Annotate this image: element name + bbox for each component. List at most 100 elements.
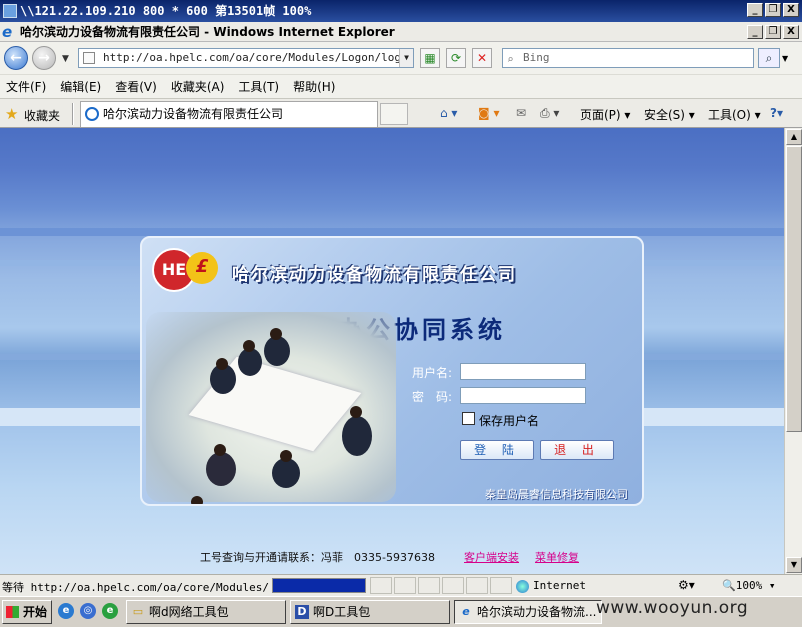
menu-bar: 文件(F) 编辑(E) 查看(V) 收藏夹(A) 工具(T) 帮助(H) (0, 74, 802, 98)
username-input[interactable] (460, 363, 586, 380)
desktop-quicklaunch-icon[interactable]: ◎ (80, 603, 96, 619)
taskbar-item-ad-tool[interactable]: D 啊D工具包 (290, 600, 450, 624)
stop-icon[interactable]: ✕ (472, 48, 492, 68)
page-icon (83, 52, 95, 64)
taskbar-item-label: 啊d网络工具包 (149, 605, 229, 619)
page-loading-icon (85, 107, 99, 121)
scrollbar-thumb[interactable] (786, 146, 802, 432)
taskbar-item-ad-network-tool[interactable]: ▭ 啊d网络工具包 (126, 600, 286, 624)
rss-feed-icon[interactable]: ◙ ▾ (478, 106, 499, 120)
client-install-link[interactable]: 客户端安装 (464, 549, 519, 565)
app-d-icon: D (295, 605, 309, 619)
menu-repair-link[interactable]: 菜单修复 (535, 549, 579, 565)
person-image (342, 406, 372, 456)
password-input[interactable] (460, 387, 586, 404)
minimize-button[interactable]: _ (747, 3, 763, 17)
scroll-down-icon[interactable]: ▼ (786, 557, 802, 573)
status-cell (394, 577, 416, 594)
status-cell (418, 577, 440, 594)
menu-page[interactable]: 页面(P) ▾ (580, 106, 630, 123)
search-dropdown-icon[interactable]: ▼ (782, 54, 788, 63)
menu-safety-label: 安全(S) (644, 108, 685, 122)
windows-flag-icon (6, 606, 19, 618)
search-engine-icon: ⌕ (507, 53, 514, 66)
address-input[interactable]: http://oa.hpelc.com/oa/core/Modules/Logo… (78, 48, 414, 68)
vertical-scrollbar[interactable]: ▲ ▼ (784, 128, 802, 574)
tab-current-page[interactable]: 哈尔滨动力设备物流有限责任公司 (80, 101, 378, 127)
taskbar-item-browser[interactable]: e 哈尔滨动力设备物流... (454, 600, 602, 624)
person-image (264, 328, 290, 366)
compat-view-icon[interactable]: ▦ (420, 48, 440, 68)
address-dropdown-icon[interactable]: ▼ (399, 49, 413, 67)
person-image (238, 340, 262, 376)
menu-favorites[interactable]: 收藏夹(A) (171, 78, 225, 95)
exit-button[interactable]: 退 出 (540, 440, 614, 460)
divider (72, 103, 74, 125)
protected-mode-icon[interactable]: ⚙▾ (678, 578, 695, 592)
print-icon[interactable]: ⎙ ▾ (540, 106, 559, 121)
address-toolbar: ← → ▼ http://oa.hpelc.com/oa/core/Module… (0, 42, 802, 74)
browser-restore-button[interactable]: ❐ (765, 25, 781, 39)
browser-close-button[interactable]: X (783, 25, 799, 39)
menu-help[interactable]: 帮助(H) (293, 78, 335, 95)
media-quicklaunch-icon[interactable]: e (102, 603, 118, 619)
refresh-icon[interactable]: ⟳ (446, 48, 466, 68)
monitor-icon (3, 4, 17, 18)
folder-icon: ▭ (132, 605, 144, 618)
security-zone[interactable]: Internet (516, 579, 586, 593)
mail-icon[interactable]: ✉ (516, 106, 526, 120)
remember-username-checkbox[interactable] (462, 412, 475, 425)
ie-quicklaunch-icon[interactable]: e (58, 603, 74, 619)
company-logo-secondary-icon: £ (186, 252, 218, 284)
menu-tools-cmd[interactable]: 工具(O) ▾ (708, 106, 761, 123)
favorites-bar: ★ 收藏夹 哈尔滨动力设备物流有限责任公司 ⌂ ▾ ◙ ▾ ✉ ⎙ ▾ 页面(P… (0, 98, 802, 128)
company-name: 哈尔滨动力设备物流有限责任公司 (232, 265, 517, 285)
forward-arrow-icon[interactable]: → (32, 46, 56, 70)
globe-icon (516, 579, 529, 593)
person-image (191, 496, 203, 504)
zoom-level[interactable]: 🔍100% ▾ (722, 579, 775, 592)
menu-edit[interactable]: 编辑(E) (60, 78, 101, 95)
menu-file[interactable]: 文件(F) (6, 78, 46, 95)
status-cell (442, 577, 464, 594)
zoom-value: 100% (735, 579, 763, 592)
tab-title: 哈尔滨动力设备物流有限责任公司 (103, 107, 284, 121)
browser-titlebar: e 哈尔滨动力设备物流有限责任公司 - Windows Internet Exp… (0, 22, 802, 42)
menu-safety[interactable]: 安全(S) ▾ (644, 106, 695, 123)
ie-logo-icon: e (2, 23, 13, 41)
search-icon[interactable]: ⌕ (758, 48, 780, 68)
remote-desktop-titlebar: \\121.22.109.210 800 * 600 第13501帧 100% … (0, 0, 802, 22)
favorites-button[interactable]: 收藏夹 (24, 107, 60, 124)
history-dropdown-icon[interactable]: ▼ (62, 54, 69, 64)
zone-label: Internet (533, 579, 586, 592)
status-cell (490, 577, 512, 594)
login-button[interactable]: 登 陆 (460, 440, 534, 460)
remote-desktop-title: \\121.22.109.210 800 * 600 第13501帧 100% (20, 4, 312, 18)
progress-fill (273, 579, 365, 592)
taskbar-item-label: 哈尔滨动力设备物流... (477, 605, 597, 619)
start-button[interactable]: 开始 (2, 600, 52, 624)
vendor-name: 秦皇岛晨睿信息科技有限公司 (485, 488, 628, 501)
person-image (210, 358, 236, 394)
home-icon[interactable]: ⌂ ▾ (440, 106, 457, 120)
menu-tools[interactable]: 工具(T) (238, 78, 279, 95)
status-bar: 等待 http://oa.hpelc.com/oa/core/Modules/L… (0, 574, 802, 596)
menu-view[interactable]: 查看(V) (115, 78, 157, 95)
close-button[interactable]: X (783, 3, 799, 17)
scroll-up-icon[interactable]: ▲ (786, 129, 802, 145)
browser-title: 哈尔滨动力设备物流有限责任公司 - Windows Internet Explo… (20, 25, 395, 39)
browser-minimize-button[interactable]: _ (747, 25, 763, 39)
meeting-photo (146, 312, 396, 504)
decor-band (0, 228, 784, 236)
taskbar-item-label: 啊D工具包 (313, 605, 371, 619)
search-placeholder: Bing (523, 51, 550, 64)
restore-button[interactable]: ❐ (765, 3, 781, 17)
remember-username-label: 保存用户名 (479, 414, 540, 428)
search-input[interactable]: ⌕ Bing (502, 48, 754, 68)
back-arrow-icon[interactable]: ← (4, 46, 28, 70)
new-tab-button[interactable] (380, 103, 408, 125)
help-icon[interactable]: ?▾ (770, 106, 783, 120)
password-label: 密 码: (412, 390, 453, 404)
status-text: 等待 http://oa.hpelc.com/oa/core/Modules/L… (2, 581, 270, 594)
favorites-star-icon[interactable]: ★ (5, 105, 18, 123)
